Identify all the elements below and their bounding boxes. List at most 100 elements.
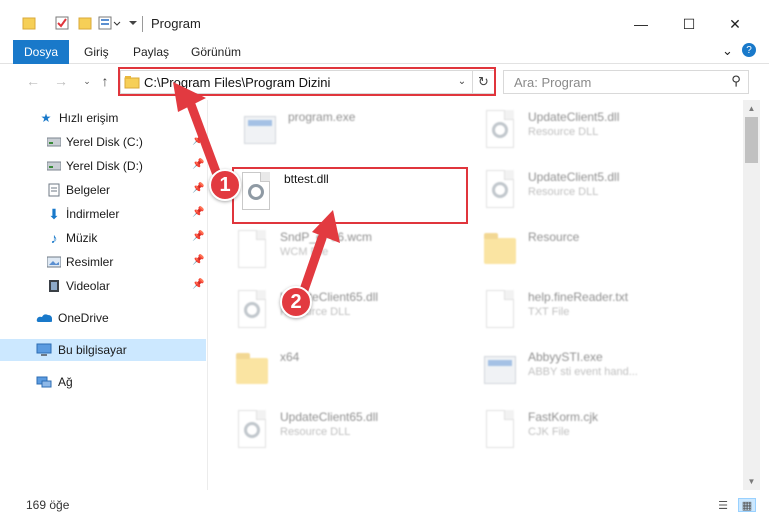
dll-file-icon: [480, 168, 516, 210]
file-item[interactable]: help.fineReader.txt TXT File: [480, 284, 710, 336]
tab-share[interactable]: Paylaş: [133, 45, 169, 59]
folder-icon: [22, 13, 36, 33]
scroll-up-icon[interactable]: ▲: [743, 100, 760, 117]
pin-icon[interactable]: 📌: [192, 231, 204, 242]
window-title: Program: [151, 16, 201, 31]
back-arrow-icon[interactable]: ←: [24, 72, 42, 90]
details-view-icon[interactable]: ☰: [714, 498, 732, 512]
file-item[interactable]: SndP_eP96.wcm WCM File: [232, 224, 462, 276]
step-2-badge: 2: [280, 286, 312, 318]
dropdown-arrow-icon[interactable]: [128, 13, 138, 33]
sidebar-item-network[interactable]: Ağ: [0, 371, 206, 393]
large-icons-view-icon[interactable]: ▦: [738, 498, 756, 512]
sidebar-item-label: Videolar: [66, 279, 110, 293]
minimize-button[interactable]: —: [618, 10, 664, 38]
sidebar-item-disk-d[interactable]: Yerel Disk (D:) 📌: [0, 155, 206, 177]
file-name: x64: [280, 350, 300, 364]
sidebar-item-quick-access[interactable]: ★ Hızlı erişim: [0, 107, 206, 129]
file-icon: [480, 408, 516, 450]
search-input[interactable]: Ara: Program: [514, 75, 591, 90]
pin-icon[interactable]: 📌: [192, 255, 204, 266]
item-count: 169 öğe: [26, 498, 70, 512]
sidebar-item-videos[interactable]: Videolar 📌: [0, 275, 206, 297]
file-item[interactable]: Resource: [480, 224, 710, 276]
file-item[interactable]: UpdateClient65.dll Resource DLL: [232, 284, 462, 336]
file-item[interactable]: UpdateClient5.dll Resource DLL: [480, 104, 710, 156]
sidebar-item-label: Resimler: [66, 255, 114, 269]
folder-icon: [480, 228, 516, 270]
file-name: SndP_eP96.wcm: [280, 230, 373, 244]
up-arrow-icon[interactable]: ↑: [96, 72, 114, 90]
sidebar-item-label: Yerel Disk (C:): [66, 135, 143, 149]
music-icon: ♪: [50, 230, 58, 246]
properties-icon[interactable]: [54, 13, 70, 33]
sidebar-item-label: Müzik: [66, 231, 98, 245]
file-name: FastKorm.cjk: [528, 410, 599, 424]
file-item[interactable]: UpdateClient65.dll Resource DLL: [232, 404, 462, 456]
application-icon: [480, 348, 516, 390]
drive-icon: [46, 134, 62, 150]
sidebar-item-label: Ağ: [58, 375, 73, 389]
file-item[interactable]: AbbyySTI.exe ABBY sti event hand...: [480, 344, 710, 396]
file-type: Resource DLL: [528, 126, 599, 138]
sidebar-item-label: Bu bilgisayar: [58, 343, 127, 357]
ribbon-tabs: [0, 40, 769, 64]
help-icon[interactable]: ?: [742, 43, 756, 57]
sidebar-item-onedrive[interactable]: OneDrive: [0, 307, 206, 329]
file-name: help.fineReader.txt: [528, 290, 629, 304]
file-item[interactable]: x64: [232, 344, 462, 396]
dll-file-icon: [480, 108, 516, 150]
maximize-button[interactable]: ☐: [666, 10, 712, 38]
pin-icon[interactable]: 📌: [192, 135, 204, 146]
title-divider: [142, 16, 143, 32]
star-icon: ★: [40, 111, 52, 125]
recent-locations-icon[interactable]: ⌄: [78, 72, 96, 90]
sidebar-item-downloads[interactable]: ⬇ İndirmeler 📌: [0, 203, 206, 225]
file-name: AbbyySTI.exe: [528, 350, 603, 364]
sidebar-item-pictures[interactable]: Resimler 📌: [0, 251, 206, 273]
tab-file[interactable]: Dosya: [13, 40, 69, 64]
tab-home[interactable]: Giriş: [84, 45, 109, 59]
file-icon: [232, 228, 268, 270]
scrollbar-thumb[interactable]: [745, 117, 758, 163]
sidebar-item-disk-c[interactable]: Yerel Disk (C:) 📌: [0, 131, 206, 153]
sidebar-item-label: Yerel Disk (D:): [66, 159, 143, 173]
search-icon[interactable]: ⚲: [727, 72, 745, 90]
computer-icon: [36, 342, 52, 358]
forward-arrow-icon[interactable]: →: [52, 72, 70, 90]
pin-icon[interactable]: 📌: [192, 207, 204, 218]
ribbon-expand-icon[interactable]: ⌄: [722, 43, 733, 59]
file-item[interactable]: program.exe: [240, 104, 470, 156]
pin-icon[interactable]: 📌: [192, 279, 204, 290]
folder-icon: [232, 348, 268, 390]
pin-icon[interactable]: 📌: [192, 159, 204, 170]
sidebar-item-label: OneDrive: [58, 311, 109, 325]
sidebar-item-documents[interactable]: Belgeler 📌: [0, 179, 206, 201]
sidebar-item-music[interactable]: ♪ Müzik 📌: [0, 227, 206, 249]
scroll-down-icon[interactable]: ▼: [743, 473, 760, 490]
documents-icon: [46, 182, 62, 198]
dll-file-icon: [232, 288, 268, 330]
file-name: UpdateClient5.dll: [528, 170, 620, 184]
address-bar-highlight: [118, 67, 496, 96]
file-name: UpdateClient65.dll: [280, 410, 379, 424]
file-type: Resource DLL: [528, 186, 599, 198]
videos-icon: [46, 278, 62, 294]
close-button[interactable]: ✕: [712, 10, 758, 38]
file-highlight: [232, 167, 468, 224]
status-bar: [0, 492, 769, 530]
step-1-badge: 1: [209, 169, 241, 201]
file-name: UpdateClient5.dll: [528, 110, 620, 124]
network-icon: [36, 374, 52, 390]
cloud-icon: [36, 310, 52, 326]
file-icon: [480, 288, 516, 330]
pin-icon[interactable]: 📌: [192, 183, 204, 194]
quick-access-customize-icon[interactable]: [98, 13, 124, 33]
pictures-icon: [46, 254, 62, 270]
tab-view[interactable]: Görünüm: [191, 45, 241, 59]
file-item[interactable]: UpdateClient5.dll Resource DLL: [480, 164, 710, 216]
file-item[interactable]: FastKorm.cjk CJK File: [480, 404, 710, 456]
sidebar-item-this-pc[interactable]: Bu bilgisayar: [0, 339, 206, 361]
new-folder-icon[interactable]: [78, 13, 92, 33]
file-type: ABBY sti event hand...: [528, 366, 638, 378]
